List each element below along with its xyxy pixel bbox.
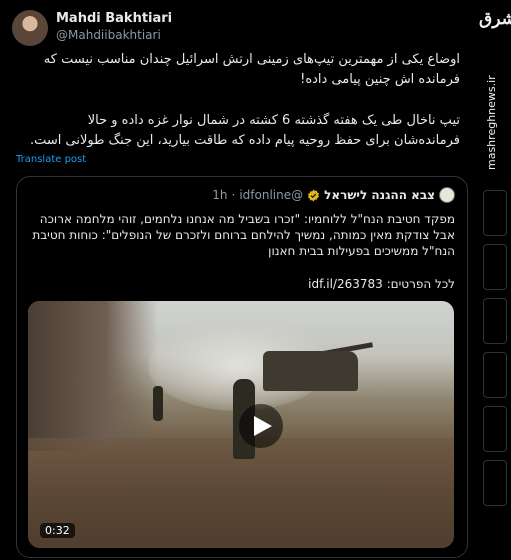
- tweet-text-paragraph-1: اوضاع یکی از مهمترین تیپ‌های زمینی ارتش …: [43, 52, 460, 87]
- video-duration: 0:32: [40, 523, 75, 538]
- author-avatar[interactable]: [12, 10, 48, 46]
- video-tank-shape: [263, 351, 358, 391]
- video-player[interactable]: 0:32: [28, 301, 454, 548]
- mashregh-logo: مشرق: [479, 9, 511, 29]
- sidebar-bar: [483, 460, 507, 506]
- quoted-timestamp[interactable]: 1h: [212, 188, 227, 202]
- watermark-sidebar: مشرق mashreghnews.ir: [476, 0, 511, 560]
- sidebar-bar: [483, 298, 507, 344]
- translate-post-link[interactable]: Translate post: [16, 154, 86, 165]
- watermark-url: mashreghnews.ir: [485, 75, 498, 170]
- tweet: Mahdi Bakhtiari @Mahdiibakhtiari اوضاع ی…: [0, 0, 476, 560]
- play-button[interactable]: [239, 404, 283, 448]
- sidebar-bar: [483, 190, 507, 236]
- quoted-author-handle[interactable]: @idfonline: [239, 188, 303, 202]
- quoted-avatar[interactable]: [439, 187, 455, 203]
- tweet-text-paragraph-2: تیپ ناخال طی یک هفته گذشته 6 کشته در شما…: [29, 113, 460, 148]
- sidebar-bar: [483, 406, 507, 452]
- video-soldier-distant-shape: [153, 386, 163, 421]
- author-name[interactable]: Mahdi Bakhtiari: [56, 11, 172, 26]
- quoted-separator-dot: ·: [231, 188, 236, 202]
- video-ruins-shape: [28, 301, 158, 451]
- sidebar-bar: [483, 244, 507, 290]
- quoted-link-prefix: לכל הפרטים:: [386, 277, 455, 291]
- play-icon: [254, 416, 272, 436]
- quoted-tweet-text: מפקד חטיבת הנח"ל ללוחמיו: "זכרו בשביל מה…: [32, 212, 455, 258]
- quoted-author-name[interactable]: צבא ההגנה לישראל: [324, 188, 435, 202]
- verified-badge-icon: [308, 189, 320, 201]
- quoted-tweet[interactable]: צבא ההגנה לישראל @idfonline · 1h מפקד חט…: [16, 176, 468, 558]
- sidebar-placeholder-bars: [483, 190, 507, 514]
- author-handle[interactable]: @Mahdiibakhtiari: [56, 28, 161, 42]
- sidebar-bar: [483, 352, 507, 398]
- quoted-link[interactable]: idf.il/263783: [308, 277, 383, 291]
- quoted-link-line: לכל הפרטים: idf.il/263783: [308, 277, 455, 291]
- quoted-tweet-header: צבא ההגנה לישראל @idfonline · 1h: [212, 187, 455, 203]
